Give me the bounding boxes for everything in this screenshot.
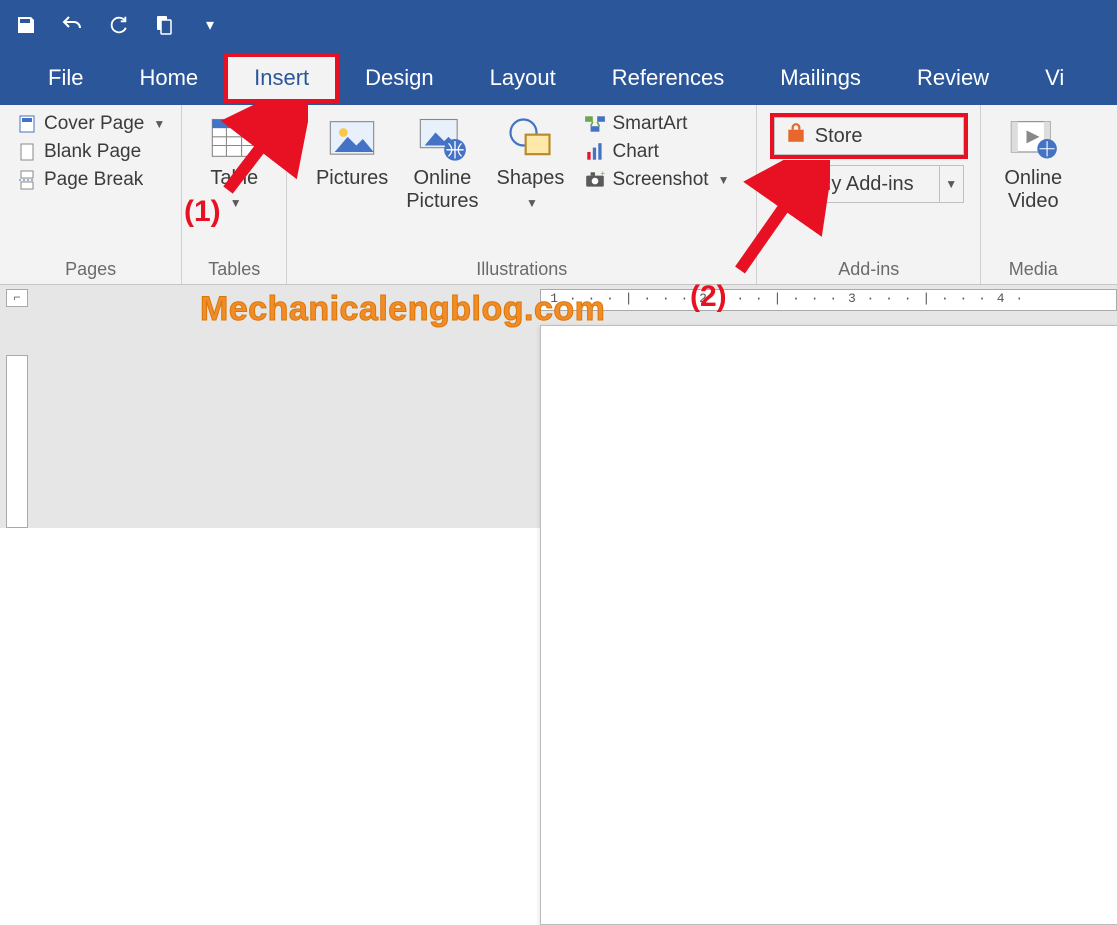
horizontal-ruler[interactable]: 1 · · · | · · · 2 · · · | · · · 3 · · · … bbox=[540, 289, 1117, 311]
chart-icon bbox=[584, 141, 606, 163]
document-page[interactable] bbox=[540, 325, 1117, 925]
online-video-icon bbox=[1007, 113, 1059, 165]
ribbon-tabs: File Home Insert Design Layout Reference… bbox=[0, 50, 1117, 105]
pictures-button[interactable]: Pictures bbox=[310, 111, 394, 192]
page-break-icon bbox=[16, 169, 38, 191]
arrow-1-icon bbox=[218, 100, 308, 200]
online-pictures-label: Online Pictures bbox=[406, 167, 478, 213]
tab-file[interactable]: File bbox=[20, 55, 111, 101]
ruler-ticks: 1 · · · | · · · 2 · · · | · · · 3 · · · … bbox=[541, 291, 1034, 306]
store-button[interactable]: Store bbox=[774, 117, 964, 155]
touch-mode-icon[interactable] bbox=[150, 11, 178, 39]
ribbon: Cover Page ▼ Blank Page Page Break Page bbox=[0, 105, 1117, 285]
tab-insert[interactable]: Insert bbox=[226, 55, 337, 101]
tab-home[interactable]: Home bbox=[111, 55, 226, 101]
screenshot-icon: + bbox=[584, 169, 606, 191]
cover-page-label: Cover Page bbox=[44, 113, 144, 135]
arrow-2-icon bbox=[730, 160, 830, 280]
online-pictures-icon bbox=[416, 113, 468, 165]
group-label-illustrations: Illustrations bbox=[476, 255, 567, 282]
smartart-label: SmartArt bbox=[612, 113, 687, 135]
annotation-1: (1) bbox=[184, 195, 221, 229]
vertical-ruler[interactable] bbox=[6, 355, 28, 528]
group-pages: Cover Page ▼ Blank Page Page Break Page bbox=[0, 105, 182, 284]
chevron-down-icon: ▼ bbox=[153, 117, 165, 131]
group-label-tables: Tables bbox=[208, 255, 260, 282]
group-label-addins: Add-ins bbox=[838, 255, 899, 282]
screenshot-label: Screenshot bbox=[612, 169, 708, 191]
ruler-corner: ⌐ bbox=[6, 289, 28, 307]
shapes-label: Shapes bbox=[497, 167, 565, 189]
undo-icon[interactable] bbox=[58, 11, 86, 39]
tab-mailings[interactable]: Mailings bbox=[752, 55, 889, 101]
chart-label: Chart bbox=[612, 141, 658, 163]
online-video-label: Online Video bbox=[1004, 167, 1062, 213]
tab-references[interactable]: References bbox=[584, 55, 753, 101]
cover-page-button[interactable]: Cover Page ▼ bbox=[12, 111, 169, 137]
tab-design[interactable]: Design bbox=[337, 55, 461, 101]
page-break-button[interactable]: Page Break bbox=[12, 167, 169, 193]
group-illustrations: Pictures Online Pictures Shapes ▼ bbox=[287, 105, 757, 284]
watermark-text: Mechanicalengblog.com bbox=[200, 290, 605, 329]
smartart-button[interactable]: SmartArt bbox=[580, 111, 733, 137]
store-icon bbox=[785, 122, 807, 150]
tab-view-partial[interactable]: Vi bbox=[1017, 55, 1092, 101]
blank-page-icon bbox=[16, 141, 38, 163]
online-video-button[interactable]: Online Video bbox=[993, 111, 1073, 215]
smartart-icon bbox=[584, 113, 606, 135]
tab-layout[interactable]: Layout bbox=[462, 55, 584, 101]
quick-access-toolbar: ▾ bbox=[0, 0, 1117, 50]
group-label-pages: Pages bbox=[65, 255, 116, 282]
cover-page-icon bbox=[16, 113, 38, 135]
customize-qat-icon[interactable]: ▾ bbox=[196, 11, 224, 39]
chart-button[interactable]: Chart bbox=[580, 139, 733, 165]
annotation-2: (2) bbox=[690, 280, 727, 314]
online-pictures-button[interactable]: Online Pictures bbox=[400, 111, 484, 215]
chevron-down-icon: ▼ bbox=[718, 173, 730, 187]
shapes-icon bbox=[504, 113, 556, 165]
tab-review[interactable]: Review bbox=[889, 55, 1017, 101]
blank-page-button[interactable]: Blank Page bbox=[12, 139, 169, 165]
save-icon[interactable] bbox=[12, 11, 40, 39]
store-label: Store bbox=[815, 125, 863, 148]
pictures-label: Pictures bbox=[316, 167, 388, 190]
pictures-icon bbox=[326, 113, 378, 165]
shapes-button[interactable]: Shapes ▼ bbox=[490, 111, 570, 215]
group-media: Online Video Media bbox=[981, 105, 1085, 284]
group-label-media: Media bbox=[1009, 255, 1058, 282]
redo-icon[interactable] bbox=[104, 11, 132, 39]
screenshot-button[interactable]: + Screenshot ▼ bbox=[580, 167, 733, 193]
blank-page-label: Blank Page bbox=[44, 141, 141, 163]
my-addins-dropdown[interactable]: ▼ bbox=[940, 165, 964, 203]
page-break-label: Page Break bbox=[44, 169, 143, 191]
svg-text:+: + bbox=[601, 169, 606, 178]
chevron-down-icon: ▼ bbox=[526, 196, 538, 210]
document-area bbox=[0, 315, 1117, 528]
